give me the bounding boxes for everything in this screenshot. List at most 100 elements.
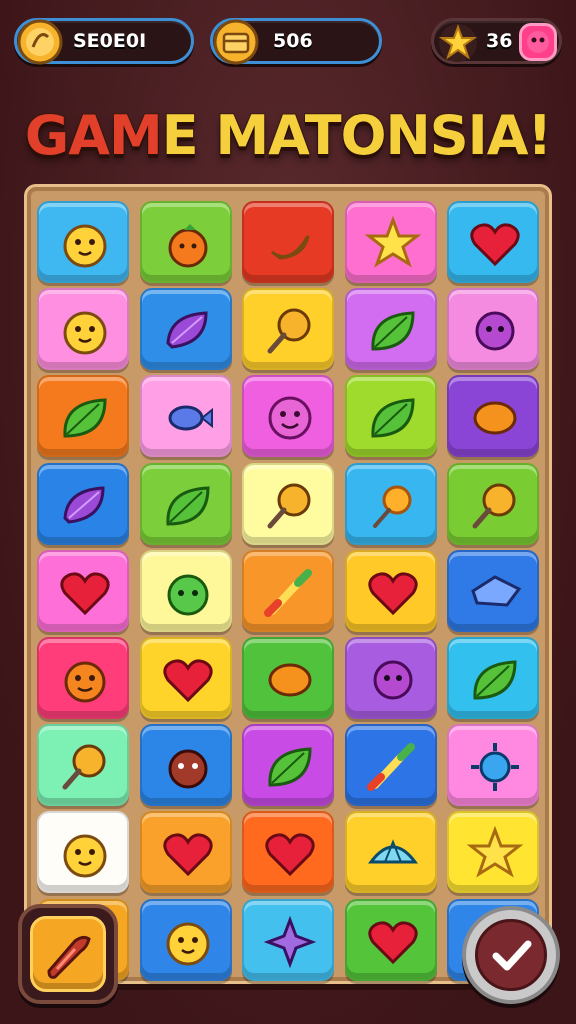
board-tile[interactable] — [447, 724, 540, 807]
leaf-icon — [371, 398, 415, 438]
orange-bean-icon — [268, 663, 312, 697]
title-part-a: GAM — [24, 103, 164, 168]
confirm-button[interactable] — [462, 906, 560, 1004]
leaf-icon — [268, 747, 312, 787]
board-tile[interactable] — [344, 288, 437, 371]
board-tile[interactable] — [37, 811, 129, 894]
board-tile[interactable] — [139, 288, 232, 371]
coins-counter: SE0E0I — [14, 17, 194, 67]
board-tile[interactable] — [37, 201, 129, 283]
board-tile[interactable] — [242, 462, 335, 545]
board-tile[interactable] — [447, 637, 540, 719]
board-tile[interactable] — [242, 549, 335, 632]
paintbrush-icon — [366, 743, 415, 792]
chest-icon — [211, 17, 261, 67]
purple-leaf-icon — [63, 486, 105, 524]
heart-icon — [162, 833, 213, 877]
hammer-booster-button[interactable] — [18, 904, 118, 1004]
game-board — [24, 184, 552, 984]
board-tile[interactable] — [139, 811, 232, 894]
board-tile[interactable] — [37, 549, 129, 632]
star-icon — [364, 215, 422, 268]
hammer-icon — [47, 935, 91, 979]
board-tile[interactable] — [344, 898, 437, 981]
spiky-flower-icon — [263, 915, 317, 968]
chick-face-icon — [63, 224, 107, 268]
board-tile[interactable] — [37, 375, 129, 458]
star-icon — [467, 826, 524, 878]
orange-fruit-icon — [168, 224, 208, 268]
blue-gem-icon — [471, 575, 522, 607]
board-tile[interactable] — [242, 724, 335, 807]
stars-value: 36 — [486, 30, 513, 52]
coins-value: SE0E0I — [73, 30, 147, 52]
add-gems-button[interactable] — [519, 23, 557, 61]
lollipop-icon — [267, 483, 311, 529]
board-tile[interactable] — [37, 637, 129, 719]
board-tile[interactable] — [139, 549, 232, 632]
heart-icon — [162, 659, 213, 703]
board-tile[interactable] — [242, 637, 335, 719]
board-tile[interactable] — [344, 462, 437, 545]
board-tile[interactable] — [344, 201, 437, 283]
lollipop-icon — [472, 483, 516, 529]
heart-icon — [470, 223, 521, 267]
fish-icon — [168, 405, 213, 431]
bear-face-icon — [168, 749, 208, 789]
board-tile[interactable] — [344, 724, 437, 807]
paintbrush-icon — [264, 568, 313, 617]
board-tile[interactable] — [37, 288, 129, 371]
board-tile[interactable] — [37, 462, 129, 545]
board-tile[interactable] — [344, 375, 437, 458]
leaf-icon — [166, 486, 210, 526]
heart-icon — [368, 572, 418, 615]
heart-icon — [60, 572, 110, 615]
chick-face-icon — [166, 922, 210, 966]
board-tile[interactable] — [242, 375, 335, 458]
board-tile[interactable] — [447, 201, 540, 283]
board-tile[interactable] — [447, 375, 540, 458]
heart-icon — [368, 920, 418, 964]
board-tile[interactable] — [447, 811, 540, 894]
leaf-icon — [371, 311, 415, 351]
board-tile[interactable] — [37, 724, 129, 807]
sun-icon — [471, 743, 520, 792]
flower-icon — [372, 485, 412, 528]
board-tile[interactable] — [242, 811, 335, 894]
board-tile[interactable] — [139, 637, 232, 719]
lollipop-icon — [267, 308, 311, 354]
board-tile[interactable] — [344, 549, 437, 632]
checkmark-icon — [492, 940, 532, 971]
green-blob-icon — [167, 574, 209, 616]
purple-monster-icon — [373, 660, 413, 700]
chick-face-icon — [63, 311, 107, 355]
board-tile[interactable] — [447, 288, 540, 371]
lollipop-icon — [62, 744, 106, 790]
chests-value: 506 — [273, 30, 313, 52]
board-tile[interactable] — [447, 462, 540, 545]
heart-icon — [265, 833, 315, 877]
board-tile[interactable] — [242, 898, 335, 981]
board-tile[interactable] — [344, 637, 437, 719]
board-tile[interactable] — [242, 288, 335, 371]
board-tile[interactable] — [139, 724, 232, 807]
board-tile[interactable] — [139, 201, 232, 283]
board-tile[interactable] — [139, 375, 232, 458]
board-tile[interactable] — [344, 811, 437, 894]
coin-icon — [15, 17, 65, 67]
board-tile[interactable] — [139, 462, 232, 545]
banana-icon — [271, 235, 310, 260]
star-icon — [438, 23, 478, 63]
purple-leaf-icon — [166, 311, 208, 349]
board-tile[interactable] — [242, 201, 335, 283]
purple-monster-icon — [475, 311, 515, 351]
top-hud: SE0E0I 506 36 — [14, 16, 562, 66]
shell-icon — [367, 839, 418, 864]
chick-face-icon — [63, 834, 107, 878]
board-tile[interactable] — [139, 898, 232, 981]
title-part-b: E MATONSIA! — [161, 103, 553, 168]
board-tile[interactable] — [447, 549, 540, 632]
leaf-icon — [473, 660, 517, 700]
game-title: GAME MATONSIA! — [0, 98, 576, 174]
chests-counter: 506 — [210, 17, 382, 67]
